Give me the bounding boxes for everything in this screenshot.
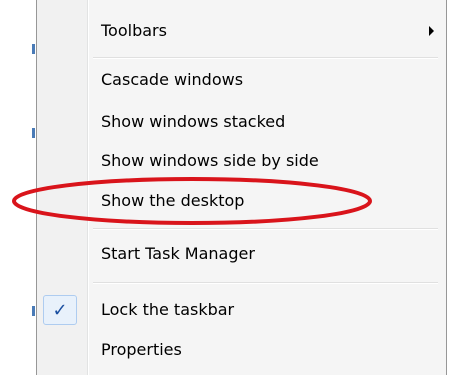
menu-item-show-the-desktop[interactable]: Show the desktop — [37, 183, 446, 219]
menu-item-label: Show windows stacked — [101, 112, 286, 131]
menu-item-cascade-windows[interactable]: Cascade windows — [37, 62, 446, 98]
desktop-edge — [0, 0, 36, 375]
menu-item-label: Properties — [101, 340, 182, 359]
check-glyph: ✓ — [52, 299, 68, 321]
menu-item-label: Lock the taskbar — [101, 300, 235, 319]
menu-separator — [93, 282, 438, 284]
checkmark-icon: ✓ — [43, 295, 77, 325]
menu-item-label: Toolbars — [101, 21, 167, 40]
chevron-right-icon — [429, 26, 434, 36]
menu-item-label: Start Task Manager — [101, 244, 255, 263]
menu-item-label: Cascade windows — [101, 70, 244, 89]
taskbar-context-menu: Toolbars Cascade windows Show windows st… — [36, 0, 447, 375]
menu-item-label: Show windows side by side — [101, 151, 319, 170]
screenshot-stage: Toolbars Cascade windows Show windows st… — [0, 0, 449, 375]
window-edge-mark — [32, 44, 35, 54]
menu-separator — [93, 57, 438, 59]
menu-item-lock-the-taskbar[interactable]: ✓ Lock the taskbar — [37, 292, 446, 328]
window-edge-mark — [32, 128, 35, 138]
menu-item-show-windows-side-by-side[interactable]: Show windows side by side — [37, 143, 446, 179]
menu-item-show-windows-stacked[interactable]: Show windows stacked — [37, 104, 446, 140]
menu-item-toolbars[interactable]: Toolbars — [37, 13, 446, 49]
menu-item-start-task-manager[interactable]: Start Task Manager — [37, 236, 446, 272]
menu-item-label: Show the desktop — [101, 191, 245, 210]
window-edge-mark — [32, 306, 35, 316]
menu-item-properties[interactable]: Properties — [37, 332, 446, 368]
menu-separator — [93, 228, 438, 230]
